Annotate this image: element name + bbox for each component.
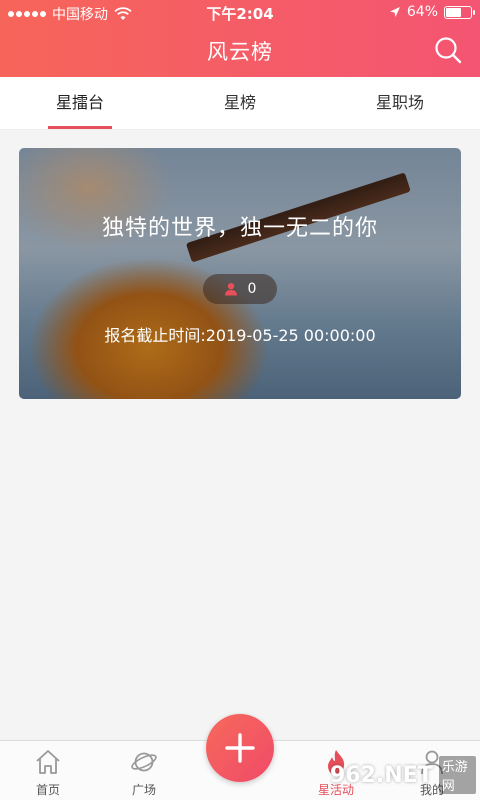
participant-count-badge: 0 xyxy=(203,274,277,304)
tab-star-ranking[interactable]: 星榜 xyxy=(190,77,290,130)
nav-item-home[interactable]: 首页 xyxy=(0,747,96,798)
home-icon xyxy=(36,750,60,774)
location-arrow-icon xyxy=(389,7,400,17)
registration-deadline: 报名截止时间:2019-05-25 00:00:00 xyxy=(104,326,376,345)
active-tab-indicator xyxy=(48,126,112,129)
watermark-logo: 962.NET xyxy=(330,762,433,788)
tab-bar: 星擂台 星榜 星职场 xyxy=(0,77,480,130)
event-title: 独特的世界，独一无二的你 xyxy=(101,216,378,241)
battery-fill xyxy=(446,7,461,17)
battery-icon xyxy=(444,5,475,19)
battery-percent: 64% xyxy=(406,4,438,20)
status-bar: 中国移动 下午2:04 64% xyxy=(0,0,480,24)
event-card[interactable]: 独特的世界，独一无二的你 0 报名截止时间:2019-05-25 00:00:0… xyxy=(19,148,461,399)
person-icon xyxy=(224,283,237,296)
participant-count: 0 xyxy=(247,281,257,297)
nav-item-square[interactable]: 广场 xyxy=(96,747,192,798)
watermark-sub: 乐游网 xyxy=(438,756,476,794)
site-watermark: 962.NET 乐游网 xyxy=(330,752,476,798)
add-button[interactable] xyxy=(206,714,274,782)
search-icon[interactable] xyxy=(434,36,462,64)
tab-star-workplace[interactable]: 星职场 xyxy=(350,77,450,130)
nav-label-square: 广场 xyxy=(131,783,156,797)
planet-icon xyxy=(131,752,157,772)
tab-star-arena[interactable]: 星擂台 xyxy=(30,77,130,130)
nav-label-home: 首页 xyxy=(35,783,60,797)
plus-icon xyxy=(225,733,255,763)
status-right: 64% xyxy=(389,4,475,20)
page-title: 风云榜 xyxy=(207,40,273,64)
app-header: 中国移动 下午2:04 64% 风云榜 xyxy=(0,0,480,77)
